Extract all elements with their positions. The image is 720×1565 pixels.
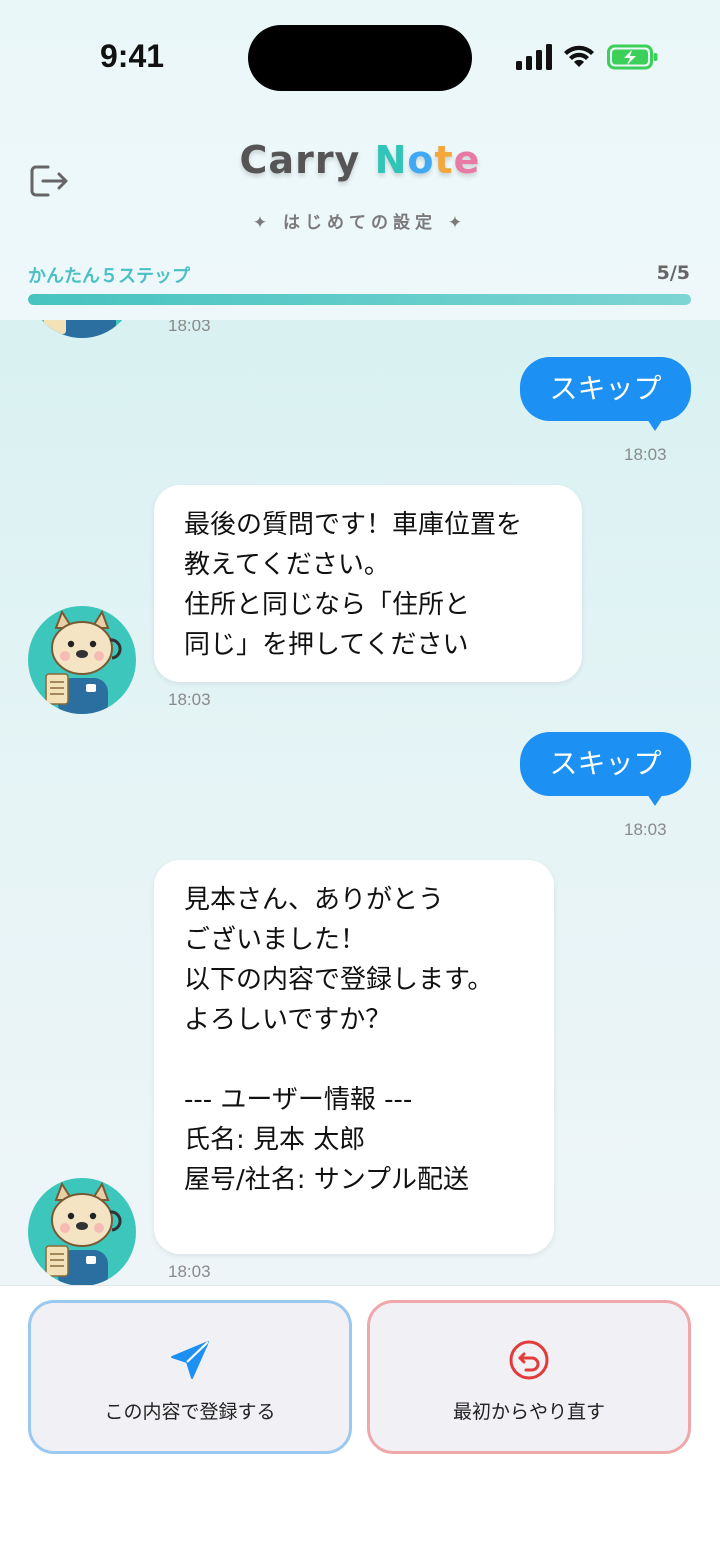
bot-avatar <box>28 1178 136 1285</box>
undo-circle-icon <box>509 1340 549 1380</box>
wifi-icon <box>564 45 594 67</box>
message-timestamp: 18:03 <box>168 1262 211 1281</box>
status-bar: 9:41 <box>0 0 720 110</box>
progress-fill <box>28 294 691 305</box>
register-button-label: この内容で登録する <box>104 1401 276 1423</box>
message-timestamp: 18:03 <box>168 320 211 335</box>
user-message-bubble: スキップ <box>520 357 691 431</box>
bot-message-bubble: 最後の質問です！車庫位置を 教えてください。 住所と同じなら「住所と 同じ」を押… <box>154 485 582 682</box>
send-icon <box>171 1341 209 1379</box>
bot-message-bubble: 見本さん、ありがとう ございました！ 以下の内容で登録します。 よろしいですか？… <box>154 860 554 1254</box>
dog-mascot-icon <box>45 609 122 714</box>
status-time: 9:41 <box>100 38 165 74</box>
app-header: 9:41 Carry Note ✦ はじめての設定 ✦ かんたん５ステップ 5/… <box>0 0 720 320</box>
steps-label: かんたん５ステップ <box>28 266 190 287</box>
message-timestamp: 18:03 <box>168 690 211 709</box>
dog-mascot-icon <box>44 320 116 338</box>
user-message-bubble: スキップ <box>520 732 691 806</box>
page-subtitle: ✦ はじめての設定 ✦ <box>252 213 468 233</box>
battery-charging-icon <box>607 44 658 70</box>
bot-avatar <box>28 320 136 338</box>
app-logo: Carry Note <box>239 138 481 182</box>
register-button[interactable]: この内容で登録する <box>28 1300 352 1454</box>
cellular-signal-icon <box>516 44 552 70</box>
chat-area[interactable]: 18:03 スキップ 18:03 最後の質問です！車庫位置を 教えてください。 … <box>0 320 720 1285</box>
message-timestamp: 18:03 <box>624 820 667 839</box>
bot-avatar <box>28 606 136 714</box>
message-timestamp: 18:03 <box>624 445 667 464</box>
action-bar: この内容で登録する 最初からやり直す <box>0 1285 720 1565</box>
dynamic-island <box>248 25 472 91</box>
steps-count: 5/5 <box>656 262 690 284</box>
restart-button[interactable]: 最初からやり直す <box>367 1300 691 1454</box>
restart-button-label: 最初からやり直す <box>452 1401 605 1423</box>
dog-mascot-icon <box>45 1181 122 1285</box>
progress-bar <box>28 294 691 305</box>
